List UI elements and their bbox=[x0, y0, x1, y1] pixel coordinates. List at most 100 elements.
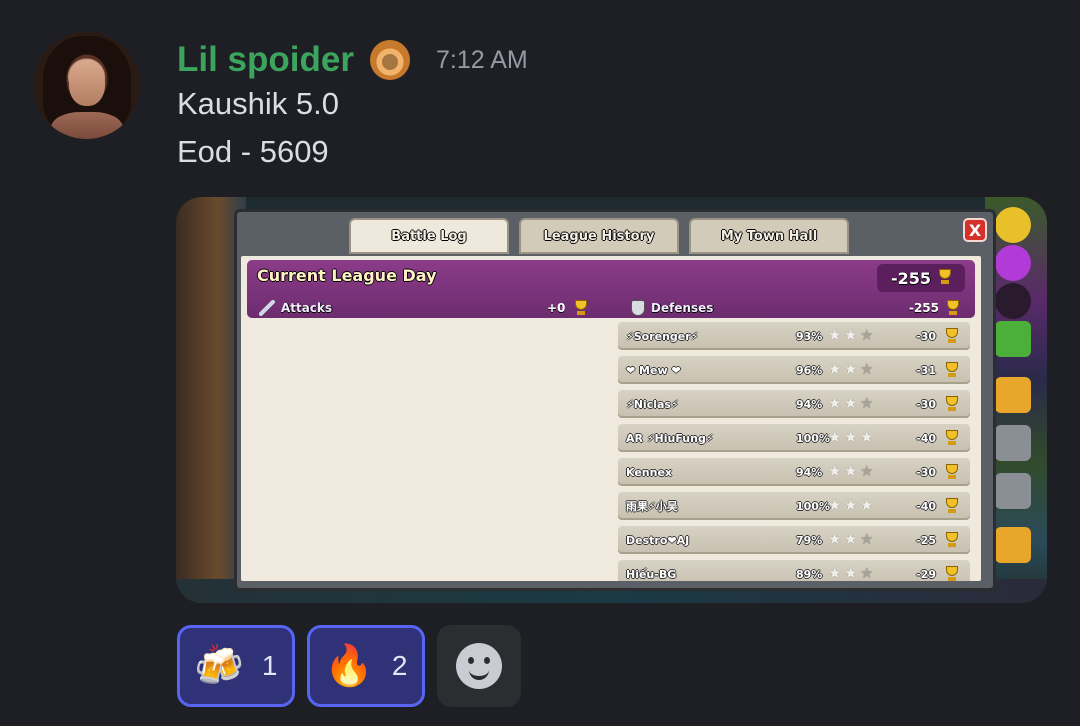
star-filled-icon: ★ bbox=[828, 496, 842, 514]
destruction-percent: 94% bbox=[796, 465, 823, 479]
star-filled-icon: ★ bbox=[828, 326, 842, 344]
defense-row[interactable]: Hiếu-BG 89% ★ ★ ★ -29 bbox=[618, 560, 970, 581]
battle-log-panel: Battle Log League History My Town Hall X… bbox=[234, 209, 996, 591]
defense-row[interactable]: Destro❤AJ 79% ★ ★ ★ -25 bbox=[618, 526, 970, 554]
smile-plus-icon bbox=[456, 643, 502, 689]
destruction-percent: 93% bbox=[796, 329, 823, 343]
fire-emoji-icon: 🔥 bbox=[324, 643, 374, 689]
tab-league-history[interactable]: League History bbox=[519, 218, 679, 254]
star-filled-icon: ★ bbox=[844, 428, 858, 446]
tab-battle-log[interactable]: Battle Log bbox=[349, 218, 509, 254]
trophy-change: -40 bbox=[916, 499, 936, 513]
attacks-value-text: +0 bbox=[547, 301, 566, 315]
trophy-change: -29 bbox=[916, 567, 936, 581]
beers-emoji-icon: 🍻 bbox=[194, 643, 244, 689]
attacks-value: +0 bbox=[547, 298, 589, 318]
star-filled-icon: ★ bbox=[844, 360, 858, 378]
reaction-count: 2 bbox=[391, 650, 408, 681]
avatar-face bbox=[69, 60, 105, 106]
trophy-change: -30 bbox=[916, 465, 936, 479]
trophy-icon bbox=[944, 328, 960, 344]
close-button[interactable]: X bbox=[963, 218, 987, 242]
tab-my-town-hall[interactable]: My Town Hall bbox=[689, 218, 849, 254]
defense-row[interactable]: ❤ Mew ❤ 96% ★ ★ ★ -31 bbox=[618, 356, 970, 384]
star-filled-icon: ★ bbox=[844, 530, 858, 548]
star-empty-icon: ★ bbox=[860, 326, 874, 344]
trophy-change: -30 bbox=[916, 397, 936, 411]
destruction-percent: 100% bbox=[796, 499, 830, 513]
username[interactable]: Lil spoider bbox=[177, 40, 354, 80]
trophy-change: -25 bbox=[916, 533, 936, 547]
trophy-change: -31 bbox=[916, 363, 936, 377]
shop-icon bbox=[995, 527, 1031, 563]
reaction-beers[interactable]: 🍻 1 bbox=[177, 625, 295, 707]
defense-row[interactable]: ⚡Niclas⚡ 94% ★ ★ ★ -30 bbox=[618, 390, 970, 418]
elixir-orb-icon bbox=[995, 245, 1031, 281]
gold-orb-icon bbox=[995, 207, 1031, 243]
destruction-percent: 94% bbox=[796, 397, 823, 411]
current-league-day-bar: Current League Day -255 Attacks +0 Defen… bbox=[247, 260, 975, 318]
defense-row[interactable]: Kennex 94% ★ ★ ★ -30 bbox=[618, 458, 970, 486]
defense-list: ⚡Sorenger⚡ 93% ★ ★ ★ -30 ❤ Mew ❤ 96% ★ ★ ★ -31 ⚡Nicl… bbox=[618, 322, 970, 581]
star-empty-icon: ★ bbox=[860, 360, 874, 378]
star-filled-icon: ★ bbox=[828, 564, 842, 581]
trophy-icon bbox=[944, 464, 960, 480]
league-title: Current League Day bbox=[257, 266, 437, 285]
defenses-value: -255 bbox=[909, 298, 961, 318]
defenses-label: Defenses bbox=[651, 301, 714, 315]
star-filled-icon: ★ bbox=[828, 394, 842, 412]
attacker-name: Kennex bbox=[626, 465, 673, 479]
defenses-header: Defenses bbox=[631, 298, 713, 318]
star-filled-icon: ★ bbox=[828, 428, 842, 446]
star-rating: ★ ★ ★ bbox=[828, 396, 875, 411]
tab-label: League History bbox=[543, 228, 655, 244]
trophy-change: -40 bbox=[916, 431, 936, 445]
defense-row[interactable]: ⚡Sorenger⚡ 93% ★ ★ ★ -30 bbox=[618, 322, 970, 350]
add-reaction-button[interactable] bbox=[437, 625, 521, 707]
tab-bar: Battle Log League History My Town Hall bbox=[349, 218, 849, 254]
attacker-name: ⚡Sorenger⚡ bbox=[626, 329, 699, 343]
sword-icon bbox=[259, 300, 275, 316]
avatar-body bbox=[51, 112, 123, 139]
trophy-icon bbox=[944, 430, 960, 446]
star-rating: ★ ★ ★ bbox=[828, 532, 875, 547]
message-line-2: Eod - 5609 bbox=[177, 134, 329, 169]
star-filled-icon: ★ bbox=[828, 360, 842, 378]
trophy-icon bbox=[944, 532, 960, 548]
battle-log-content: Current League Day -255 Attacks +0 Defen… bbox=[241, 256, 981, 581]
attacks-header: Attacks bbox=[259, 298, 332, 318]
star-empty-icon: ★ bbox=[860, 530, 874, 548]
trophy-change: -30 bbox=[916, 329, 936, 343]
star-filled-icon: ★ bbox=[844, 394, 858, 412]
trophy-icon bbox=[945, 300, 961, 316]
avatar[interactable] bbox=[33, 32, 140, 139]
fire-face-icon[interactable] bbox=[369, 40, 410, 80]
settings-icon bbox=[995, 473, 1031, 509]
attacker-name: AR ⚡HiuFung⚡ bbox=[626, 431, 714, 445]
reaction-count: 1 bbox=[261, 650, 278, 681]
league-total-value: -255 bbox=[890, 268, 931, 288]
trophy-icon bbox=[944, 566, 960, 581]
image-attachment[interactable]: Battle Log League History My Town Hall X… bbox=[176, 197, 1047, 603]
star-rating: ★ ★ ★ bbox=[828, 566, 875, 581]
defense-row[interactable]: 雨果⚡小吴 100% ★ ★ ★ -40 bbox=[618, 492, 970, 520]
star-filled-icon: ★ bbox=[844, 326, 858, 344]
destruction-percent: 96% bbox=[796, 363, 823, 377]
message-header: Lil spoider 7:12 AM bbox=[177, 38, 528, 82]
message-line-1: Kaushik 5.0 bbox=[177, 86, 339, 121]
star-rating: ★ ★ ★ bbox=[828, 464, 875, 479]
star-rating: ★ ★ ★ bbox=[828, 362, 875, 377]
tab-label: My Town Hall bbox=[720, 228, 818, 244]
destruction-percent: 79% bbox=[796, 533, 823, 547]
trophy-icon bbox=[944, 396, 960, 412]
dark-elixir-orb-icon bbox=[995, 283, 1031, 319]
destruction-percent: 100% bbox=[796, 431, 830, 445]
defense-row[interactable]: AR ⚡HiuFung⚡ 100% ★ ★ ★ -40 bbox=[618, 424, 970, 452]
attacker-name: 雨果⚡小吴 bbox=[626, 500, 678, 513]
tab-label: Battle Log bbox=[391, 228, 467, 244]
shield-icon bbox=[631, 300, 645, 316]
destruction-percent: 89% bbox=[796, 567, 823, 581]
star-empty-icon: ★ bbox=[860, 564, 874, 581]
reaction-fire[interactable]: 🔥 2 bbox=[307, 625, 425, 707]
gear-icon bbox=[995, 425, 1031, 461]
